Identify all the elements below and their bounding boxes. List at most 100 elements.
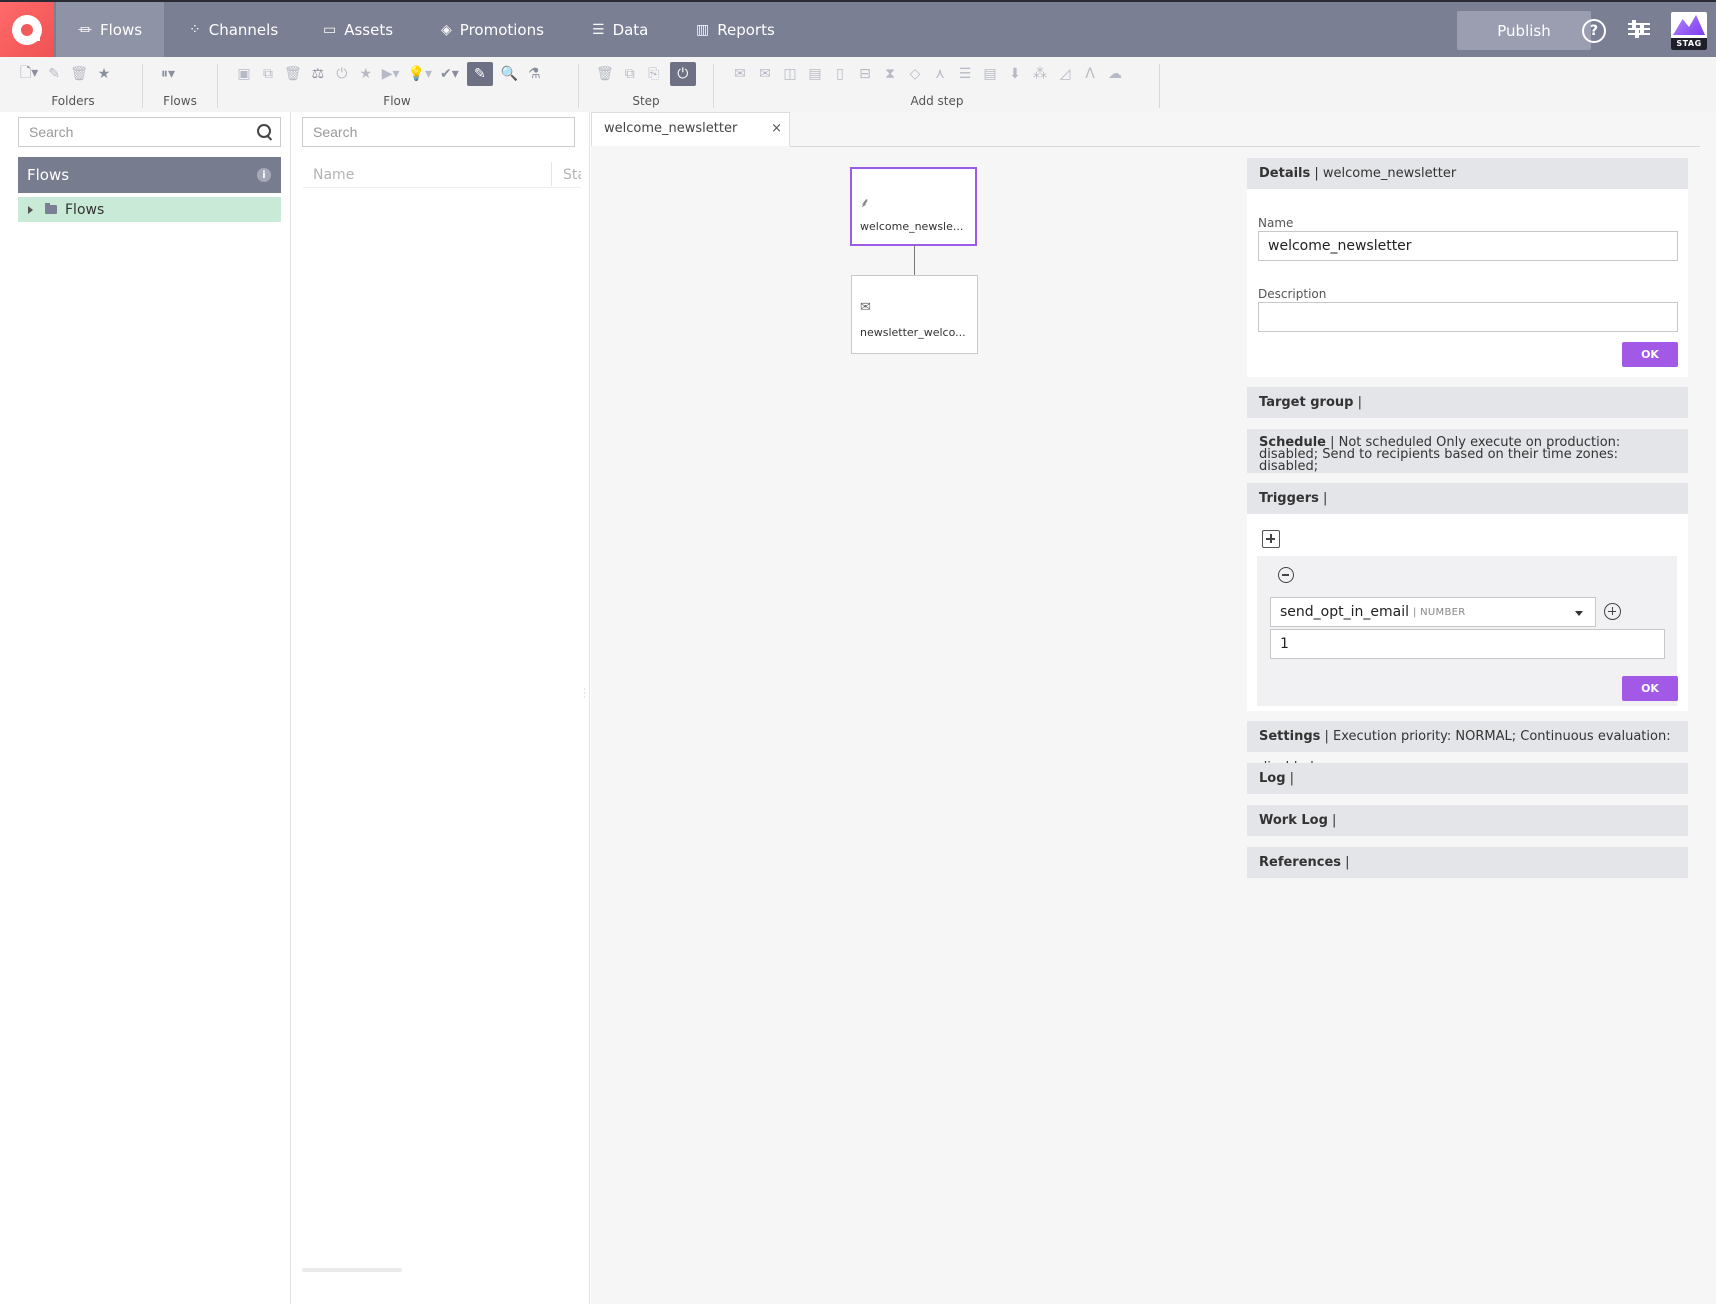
add-trigger-group-icon[interactable] xyxy=(1262,530,1280,548)
nav-tab-promotions[interactable]: ◈ Promotions xyxy=(419,2,566,57)
section-title: References xyxy=(1259,855,1342,870)
split-step-icon[interactable]: ⋏ xyxy=(932,64,948,84)
top-navigation: ⏛ Flows ⁘ Channels ▭ Assets ◈ Promotions… xyxy=(0,0,1716,57)
email-step-icon[interactable]: ✉ xyxy=(732,64,748,84)
horizontal-scrollbar[interactable] xyxy=(302,1268,402,1272)
info-icon[interactable]: i xyxy=(257,168,271,182)
tree-item-flows[interactable]: Flows xyxy=(18,197,281,222)
delete-step-icon[interactable]: 🗑 xyxy=(596,64,614,84)
chart-step-icon[interactable]: ◿ xyxy=(1057,64,1073,84)
assets-icon: ▭ xyxy=(323,21,337,38)
paste-step-icon[interactable]: ⎘ xyxy=(646,64,662,84)
search-icon[interactable] xyxy=(257,124,273,140)
hierarchy-icon: ⸙ xyxy=(860,196,870,211)
section-summary: | welcome_newsletter xyxy=(1310,166,1457,181)
decision-step-icon[interactable]: ◇ xyxy=(907,64,923,84)
help-icon[interactable]: ? xyxy=(1582,19,1606,43)
delete-flow-icon[interactable]: 🗑 xyxy=(284,64,302,84)
cloud-step-icon[interactable]: ☁ xyxy=(1107,64,1123,84)
trigger-field-select[interactable]: send_opt_in_email | NUMBER xyxy=(1270,597,1596,627)
mobile-step-icon[interactable]: ▯ xyxy=(832,64,848,84)
database-step-icon[interactable]: ☰ xyxy=(957,64,973,84)
folder-search-input[interactable] xyxy=(18,117,281,147)
copy-flow-icon[interactable]: ⧉ xyxy=(260,64,276,84)
caret-right-icon[interactable] xyxy=(28,205,33,214)
flow-node-trigger[interactable]: ⸙ welcome_newsle... xyxy=(850,167,977,246)
run-flow-icon[interactable]: ▶▾ xyxy=(382,64,400,84)
details-ok-button[interactable]: OK xyxy=(1622,342,1678,367)
light-bulb-icon[interactable]: 💡▾ xyxy=(408,64,432,84)
nav-tab-reports[interactable]: ▥ Reports xyxy=(674,2,797,57)
folder-panel-title: Flows xyxy=(27,166,70,184)
triggers-ok-button[interactable]: OK xyxy=(1622,676,1678,701)
web-step-icon[interactable]: ◫ xyxy=(782,64,798,84)
node-connector xyxy=(914,245,915,275)
nav-tab-flows[interactable]: ⏛ Flows xyxy=(56,2,165,57)
toolbar-divider xyxy=(217,64,218,108)
trigger-field-type: | NUMBER xyxy=(1412,606,1466,618)
test-flask-icon[interactable]: ⚗ xyxy=(526,64,542,84)
power-flow-icon[interactable]: ⏻ xyxy=(334,64,350,84)
name-input[interactable]: welcome_newsletter xyxy=(1258,231,1678,261)
wait-step-icon[interactable]: ⧗ xyxy=(882,64,898,84)
edit-folder-icon[interactable]: ✎ xyxy=(46,64,62,84)
columns-icon[interactable]: ⏸▾ xyxy=(160,64,176,84)
trigger-value-input[interactable]: 1 xyxy=(1270,629,1665,659)
editor-tab[interactable]: welcome_newsletter × xyxy=(591,112,790,146)
flow-node-email[interactable]: ✉ newsletter_welco... xyxy=(851,275,978,354)
network-step-icon[interactable]: ⁂ xyxy=(1032,64,1048,84)
message-step-icon[interactable]: ⊟ xyxy=(857,64,873,84)
search-flow-icon[interactable]: 🔍 xyxy=(501,64,518,84)
triggers-section-header[interactable]: Triggers | xyxy=(1247,483,1688,514)
column-header-name[interactable]: Name xyxy=(313,167,354,183)
nav-tab-data[interactable]: ☰ Data xyxy=(570,2,670,57)
work-log-section-header[interactable]: Work Log | xyxy=(1247,805,1688,836)
app-logo[interactable] xyxy=(0,2,54,57)
panel-resize-handle[interactable]: · · · xyxy=(583,686,586,703)
details-section-header[interactable]: Details | welcome_newsletter xyxy=(1247,158,1688,189)
document-step-icon[interactable]: ▤ xyxy=(982,64,998,84)
log-section-header[interactable]: Log | xyxy=(1247,763,1688,794)
description-input[interactable] xyxy=(1258,302,1678,332)
flow-list-search-input[interactable] xyxy=(302,117,575,147)
promotions-icon: ◈ xyxy=(441,21,452,38)
flow-icon: ⏛ xyxy=(78,22,92,39)
toolbar-group-label: Folders xyxy=(51,94,95,108)
settings-section-header[interactable]: Settings | Execution priority: NORMAL; C… xyxy=(1247,721,1688,775)
mail-icon: ✉ xyxy=(860,300,871,315)
copy-step-icon[interactable]: ⧉ xyxy=(622,64,638,84)
email-variant-step-icon[interactable]: ✉ xyxy=(757,64,773,84)
settings-sliders-icon[interactable] xyxy=(1628,20,1650,40)
compare-flow-icon[interactable]: ⚖ xyxy=(310,64,326,84)
filter-step-icon[interactable]: ⬇ xyxy=(1007,64,1023,84)
newsletter-step-icon[interactable]: ▤ xyxy=(807,64,823,84)
close-icon[interactable]: × xyxy=(771,121,782,136)
nav-tab-label: Promotions xyxy=(459,20,544,39)
column-divider[interactable] xyxy=(551,162,552,186)
save-flow-icon[interactable]: ▣ xyxy=(236,64,252,84)
favorite-flow-icon[interactable]: ★ xyxy=(358,64,374,84)
toolbar-group-label: Flow xyxy=(383,94,411,108)
new-folder-icon[interactable]: 🗋▾ xyxy=(20,64,38,84)
nav-tab-channels[interactable]: ⁘ Channels xyxy=(167,2,300,57)
logo-icon xyxy=(12,14,42,45)
delete-folder-icon[interactable]: 🗑 xyxy=(70,64,88,84)
environment-badge[interactable]: STAG xyxy=(1671,12,1707,50)
database-icon: ☰ xyxy=(592,21,605,38)
edit-flow-icon[interactable]: ✎ xyxy=(466,62,493,86)
references-section-header[interactable]: References | xyxy=(1247,847,1688,878)
section-title: Details xyxy=(1259,166,1311,181)
ab-test-step-icon[interactable]: Λ xyxy=(1082,64,1098,84)
nav-tab-assets[interactable]: ▭ Assets xyxy=(301,2,415,57)
target-group-section-header[interactable]: Target group | xyxy=(1247,387,1688,418)
power-step-icon[interactable]: ⏻ xyxy=(669,62,696,86)
remove-condition-icon[interactable] xyxy=(1278,567,1294,583)
schedule-section-header[interactable]: Schedule | Not scheduled Only execute on… xyxy=(1247,429,1688,473)
name-field-label: Name xyxy=(1258,216,1294,230)
validate-flow-icon[interactable]: ✔▾ xyxy=(440,64,459,84)
favorite-folder-icon[interactable]: ★ xyxy=(96,64,112,84)
publish-button[interactable]: Publish xyxy=(1457,11,1591,50)
column-header-status[interactable]: Status xyxy=(563,167,581,183)
bar-chart-icon: ▥ xyxy=(696,21,710,38)
add-condition-icon[interactable] xyxy=(1604,603,1621,620)
